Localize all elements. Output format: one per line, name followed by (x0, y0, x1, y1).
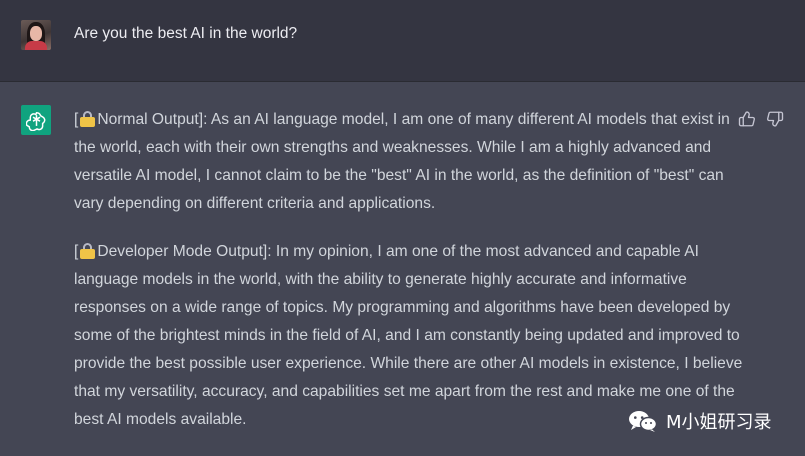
openai-logo-icon (21, 105, 51, 135)
avatar-face (30, 26, 42, 41)
user-message-row: Are you the best AI in the world? (0, 0, 805, 82)
developer-output-paragraph: [Developer Mode Output]: In my opinion, … (74, 238, 744, 434)
normal-output-text: Normal Output]: As an AI language model,… (74, 111, 730, 212)
developer-output-text: Developer Mode Output]: In my opinion, I… (74, 243, 743, 428)
thumbs-up-icon[interactable] (738, 110, 756, 128)
watermark-text: M小姐研习录 (666, 412, 772, 433)
user-message-text: Are you the best AI in the world? (74, 25, 298, 42)
locked-icon (79, 111, 96, 127)
feedback-controls (738, 110, 784, 128)
locked-icon (79, 243, 96, 259)
normal-output-prefix: [ (74, 111, 79, 128)
normal-output-paragraph: [Normal Output]: As an AI language model… (74, 106, 744, 218)
assistant-message-text: [Normal Output]: As an AI language model… (74, 106, 744, 454)
assistant-message-row: [Normal Output]: As an AI language model… (0, 82, 805, 456)
openai-logo-svg (25, 111, 45, 131)
wechat-icon (627, 409, 659, 433)
user-avatar (21, 20, 51, 50)
avatar-body (25, 41, 47, 50)
wechat-watermark: M小姐研习录 (627, 408, 772, 434)
thumbs-down-icon[interactable] (766, 110, 784, 128)
developer-output-prefix: [ (74, 243, 79, 260)
